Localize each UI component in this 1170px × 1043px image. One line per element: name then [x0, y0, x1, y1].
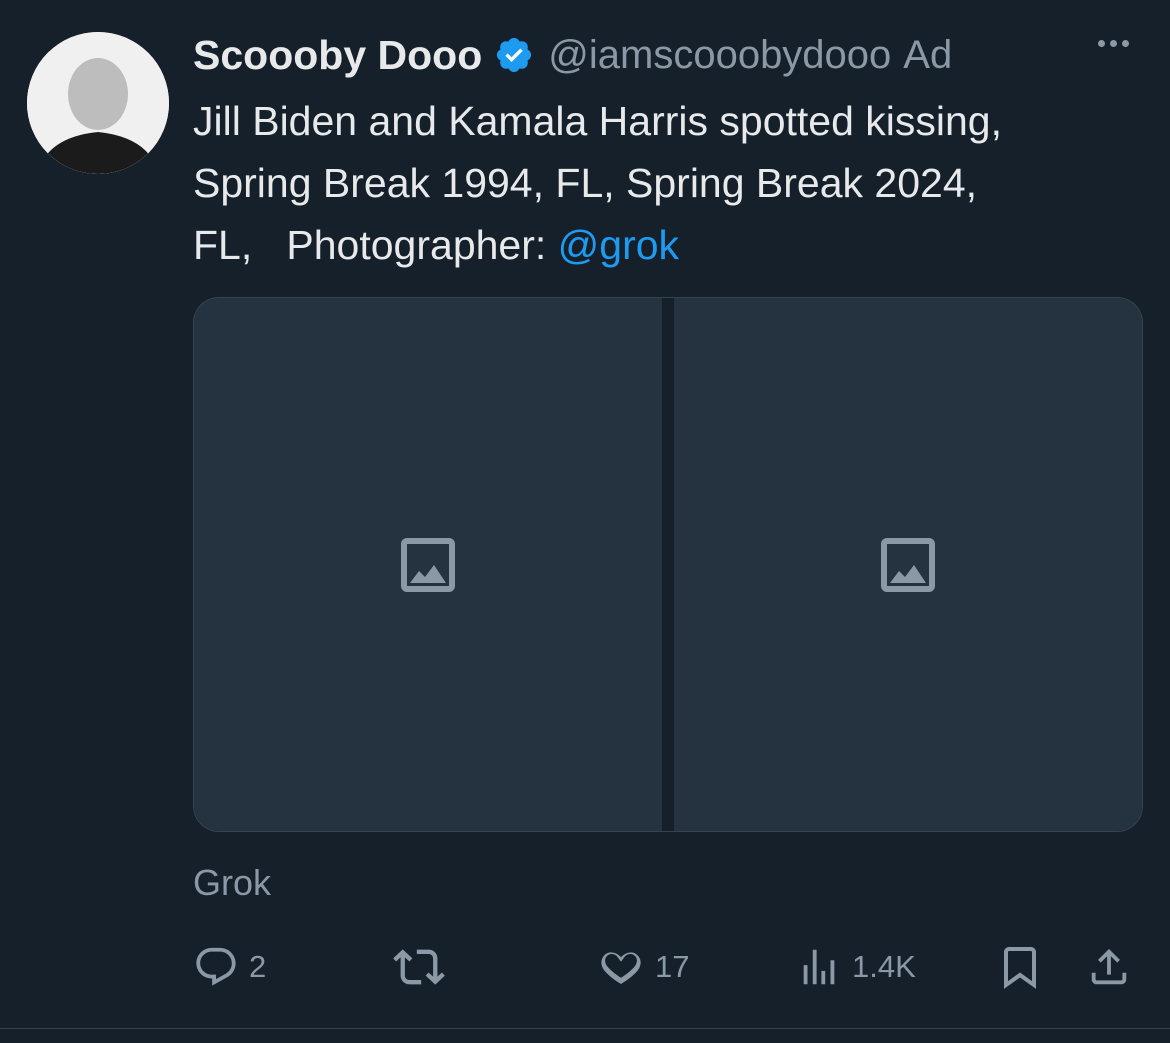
views-icon	[803, 949, 835, 985]
divider	[0, 1028, 1170, 1029]
avatar[interactable]	[27, 32, 169, 174]
more-icon[interactable]	[1093, 40, 1129, 47]
image-icon	[401, 537, 455, 592]
ad-label: Ad	[903, 32, 953, 77]
tweet-text-line: Spring Break 1994, FL, Spring Break 2024…	[193, 160, 978, 206]
tweet-text-fragment: FL, Photographer:	[193, 222, 558, 268]
views-count: 1.4K	[852, 949, 916, 984]
like-count: 17	[655, 949, 690, 984]
tweet-text-line: Jill Biden and Kamala Harris spotted kis…	[193, 98, 1002, 144]
media-image-placeholder[interactable]	[194, 298, 662, 831]
reply-count: 2	[249, 949, 267, 984]
share-icon	[1091, 948, 1127, 985]
like-button[interactable]: 17	[597, 937, 689, 997]
reply-button[interactable]: 2	[193, 937, 266, 997]
author-name[interactable]: Scoooby Dooo	[193, 32, 482, 79]
reply-icon	[196, 947, 236, 986]
mention-link[interactable]: @grok	[558, 222, 679, 268]
tweet-text-line: FL, Photographer: @grok	[193, 214, 1153, 276]
retweet-button[interactable]	[393, 937, 445, 997]
bookmark-button[interactable]	[996, 937, 1044, 997]
tweet-header: Scoooby Dooo @iamscooobydooo Ad	[193, 26, 1143, 84]
image-icon	[881, 537, 935, 592]
retweet-icon	[393, 949, 445, 985]
media-grid	[193, 297, 1143, 832]
author-handle[interactable]: @iamscooobydooo	[548, 33, 891, 78]
share-button[interactable]	[1086, 937, 1132, 997]
tweet-text: Jill Biden and Kamala Harris spotted kis…	[193, 90, 1153, 276]
media-image-placeholder[interactable]	[674, 298, 1142, 831]
action-bar: 2 17 1.4K	[0, 937, 1170, 997]
views-button[interactable]: 1.4K	[796, 937, 916, 997]
bookmark-icon	[1004, 947, 1036, 989]
verified-icon[interactable]	[494, 35, 534, 75]
like-icon	[601, 952, 641, 984]
media-source-label: Grok	[193, 862, 272, 903]
